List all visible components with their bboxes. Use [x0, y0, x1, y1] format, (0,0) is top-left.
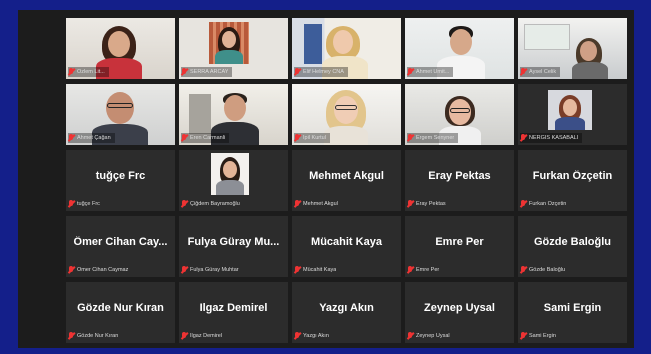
participant-label: Ahmet Çağan: [68, 133, 115, 143]
participant-label: İpil Kurtul: [294, 133, 330, 143]
participant-tile[interactable]: Gözde Baloğlu Gözde Baloğlu: [518, 216, 627, 277]
profile-photo: [548, 90, 592, 130]
participant-grid: Özlem Lit... SERRA ARCAY Elif Helmey CNA…: [66, 18, 627, 343]
participant-tile[interactable]: Furkan Özçetin Furkan Özçetin: [518, 150, 627, 211]
muted-mic-icon: [294, 266, 300, 274]
muted-mic-icon: [407, 266, 413, 274]
muted-mic-icon: [520, 200, 526, 208]
muted-mic-icon: [68, 68, 74, 76]
muted-mic-icon: [181, 134, 187, 142]
participant-tile[interactable]: NERGİS KASABALI: [518, 84, 627, 145]
participant-tile[interactable]: Eray Pektas Eray Pektas: [405, 150, 514, 211]
muted-mic-icon: [294, 68, 300, 76]
participant-tile[interactable]: Zeynep Uysal Zeynep Uysal: [405, 282, 514, 343]
participant-label: Elif Helmey CNA: [294, 67, 348, 77]
participant-name: Emre Per: [435, 236, 484, 248]
participant-name: Furkan Özçetin: [532, 170, 613, 182]
participant-name: Fulya Güray Mu...: [187, 236, 280, 248]
participant-label: Eren Carmanli: [181, 133, 230, 143]
muted-mic-icon: [294, 134, 300, 142]
participant-tile[interactable]: Sami Ergin Sami Ergin: [518, 282, 627, 343]
meeting-window: Özlem Lit... SERRA ARCAY Elif Helmey CNA…: [18, 10, 634, 348]
participant-tile-active-speaker[interactable]: SERRA ARCAY: [179, 18, 288, 79]
muted-mic-icon: [181, 332, 187, 340]
participant-label: Sami Ergin: [520, 331, 625, 341]
muted-mic-icon: [520, 266, 526, 274]
participant-tile[interactable]: Çiğdem Bayramoğlu: [179, 150, 288, 211]
muted-mic-icon: [294, 332, 300, 340]
participant-tile[interactable]: Ahmet Ümit...: [405, 18, 514, 79]
participant-label: Ahmet Ümit...: [407, 67, 454, 77]
muted-mic-icon: [181, 266, 187, 274]
participant-label: SERRA ARCAY: [181, 67, 233, 77]
participant-tile[interactable]: Ahmet Çağan: [66, 84, 175, 145]
participant-label: Gözde Baloğlu: [520, 265, 625, 275]
participant-name: Ilgaz Demirel: [199, 302, 268, 314]
participant-label: Yazgı Akın: [294, 331, 399, 341]
participant-name: tuğçe Frc: [95, 170, 146, 182]
participant-label: Eray Pektas: [407, 199, 512, 209]
muted-mic-icon: [181, 68, 187, 76]
muted-mic-icon: [181, 200, 187, 208]
muted-mic-icon: [68, 134, 74, 142]
participant-label: Aysel Celik: [520, 67, 561, 77]
muted-mic-icon: [68, 200, 74, 208]
participant-tile[interactable]: Mehmet Akgul Mehmet Akgul: [292, 150, 401, 211]
participant-tile[interactable]: Gözde Nur Kıran Gözde Nur Kıran: [66, 282, 175, 343]
participant-tile[interactable]: tuğçe Frc tuğçe Frc: [66, 150, 175, 211]
participant-label: Ömer Cihan Caymaz: [68, 265, 173, 275]
participant-name: Gözde Nur Kıran: [77, 302, 164, 314]
participant-name: Eray Pektas: [428, 170, 491, 182]
participant-name: Yazgı Akın: [319, 302, 374, 314]
muted-mic-icon: [407, 200, 413, 208]
muted-mic-icon: [407, 332, 413, 340]
participant-tile[interactable]: Eren Carmanli: [179, 84, 288, 145]
muted-mic-icon: [294, 200, 300, 208]
profile-photo: [211, 153, 249, 195]
participant-name: Mücahit Kaya: [311, 236, 382, 248]
participant-name: Sami Ergin: [543, 302, 602, 314]
participant-tile[interactable]: Ilgaz Demirel Ilgaz Demirel: [179, 282, 288, 343]
participant-name: Mehmet Akgul: [309, 170, 384, 182]
participant-tile[interactable]: Mücahit Kaya Mücahit Kaya: [292, 216, 401, 277]
muted-mic-icon: [68, 332, 74, 340]
participant-label: Gözde Nur Kıran: [68, 331, 173, 341]
participant-label: Çiğdem Bayramoğlu: [181, 199, 286, 209]
participant-tile[interactable]: Fulya Güray Mu... Fulya Güray Muhtar: [179, 216, 288, 277]
muted-mic-icon: [520, 68, 526, 76]
participant-name: Zeynep Uysal: [424, 302, 495, 314]
participant-label: NERGİS KASABALI: [520, 133, 583, 143]
muted-mic-icon: [407, 134, 413, 142]
participant-tile[interactable]: Emre Per Emre Per: [405, 216, 514, 277]
participant-label: Özlem Lit...: [68, 67, 109, 77]
participant-label: Zeynep Uysal: [407, 331, 512, 341]
participant-tile[interactable]: Özlem Lit...: [66, 18, 175, 79]
participant-label: Fulya Güray Muhtar: [181, 265, 286, 275]
participant-tile[interactable]: Aysel Celik: [518, 18, 627, 79]
participant-label: Emre Per: [407, 265, 512, 275]
participant-label: Ergem Senyner: [407, 133, 459, 143]
muted-mic-icon: [407, 68, 413, 76]
profile-photo: [209, 22, 249, 64]
muted-mic-icon: [68, 266, 74, 274]
participant-label: Mücahit Kaya: [294, 265, 399, 275]
participant-label: Mehmet Akgul: [294, 199, 399, 209]
participant-tile[interactable]: İpil Kurtul: [292, 84, 401, 145]
participant-name: Gözde Baloğlu: [534, 236, 611, 248]
muted-mic-icon: [520, 332, 526, 340]
participant-name: Ömer Cihan Cay...: [73, 236, 168, 248]
participant-tile[interactable]: Ergem Senyner: [405, 84, 514, 145]
participant-tile[interactable]: Ömer Cihan Cay... Ömer Cihan Caymaz: [66, 216, 175, 277]
participant-label: tuğçe Frc: [68, 199, 173, 209]
participant-label: Ilgaz Demirel: [181, 331, 286, 341]
participant-label: Furkan Özçetin: [520, 199, 625, 209]
participant-tile[interactable]: Yazgı Akın Yazgı Akın: [292, 282, 401, 343]
muted-mic-icon: [520, 134, 526, 142]
participant-tile[interactable]: Elif Helmey CNA: [292, 18, 401, 79]
